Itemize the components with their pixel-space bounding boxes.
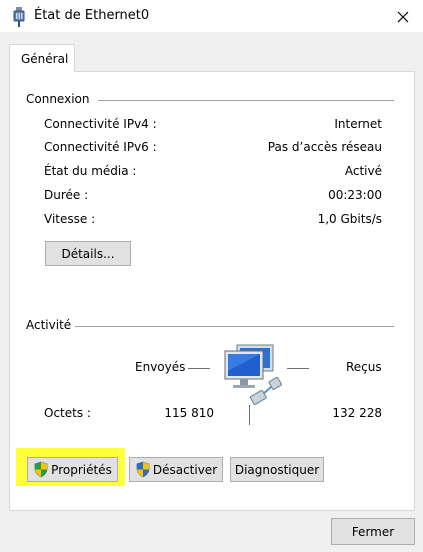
- activity-separator: [249, 405, 250, 425]
- bytes-label: Octets :: [44, 406, 91, 420]
- diagnose-button-label: Diagnostiquer: [234, 462, 320, 477]
- sent-label: Envoyés: [135, 360, 186, 374]
- title-bar: État de Ethernet0: [0, 0, 423, 32]
- network-adapter-icon: [13, 7, 25, 27]
- sent-line: [188, 368, 210, 369]
- details-button[interactable]: Détails...: [45, 241, 131, 266]
- tab-panel: [9, 71, 415, 511]
- connexion-legend: Connexion: [26, 92, 94, 106]
- received-label: Reçus: [346, 360, 382, 374]
- ipv6-value: Pas d’accès réseau: [267, 140, 382, 154]
- diagnose-button[interactable]: Diagnostiquer: [230, 457, 324, 482]
- speed-value: 1,0 Gbits/s: [317, 212, 382, 226]
- connexion-divider: [98, 100, 394, 101]
- disable-button-label: Désactiver: [152, 462, 218, 477]
- tab-general-label: Général: [21, 52, 69, 66]
- disable-button[interactable]: Désactiver: [129, 457, 223, 482]
- uac-shield-icon: [136, 461, 150, 478]
- duration-label: Durée :: [44, 188, 89, 202]
- close-dialog-button-label: Fermer: [351, 524, 395, 539]
- details-button-label: Détails...: [61, 246, 115, 261]
- window-title: État de Ethernet0: [34, 8, 150, 23]
- activite-divider: [75, 326, 394, 327]
- speed-label: Vitesse :: [44, 212, 96, 226]
- received-line: [287, 368, 309, 369]
- bytes-sent-value: 115 810: [164, 406, 214, 420]
- uac-shield-icon: [34, 461, 48, 478]
- ipv4-value: Internet: [334, 117, 382, 131]
- ipv6-label: Connectivité IPv6 :: [44, 140, 157, 154]
- properties-button-label: Propriétés: [51, 462, 112, 477]
- close-dialog-button[interactable]: Fermer: [331, 518, 415, 545]
- media-state-value: Activé: [344, 164, 382, 178]
- ipv4-label: Connectivité IPv4 :: [44, 117, 157, 131]
- network-computers-icon: [224, 344, 282, 405]
- properties-button[interactable]: Propriétés: [27, 457, 118, 482]
- duration-value: 00:23:00: [328, 188, 382, 202]
- activite-legend: Activité: [26, 318, 76, 332]
- bytes-received-value: 132 228: [332, 406, 382, 420]
- media-state-label: État du média :: [44, 164, 137, 178]
- tab-general[interactable]: Général: [9, 44, 75, 72]
- close-button[interactable]: [390, 4, 416, 30]
- close-icon: [397, 11, 409, 23]
